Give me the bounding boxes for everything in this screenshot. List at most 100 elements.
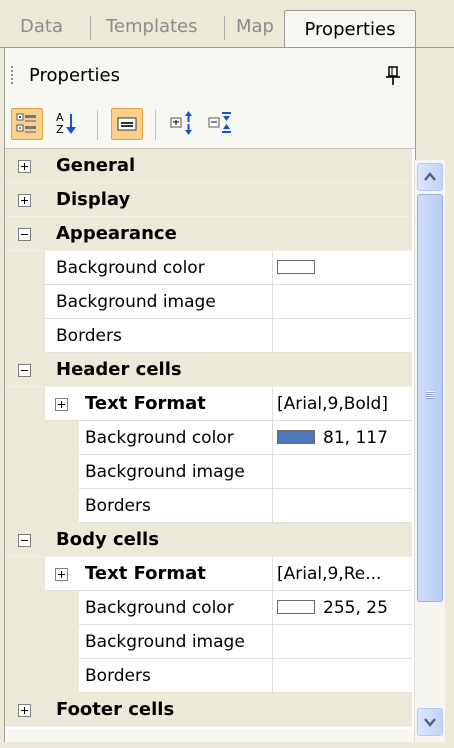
property-name[interactable]: Background color [79,591,272,625]
expand-icon[interactable] [18,704,31,717]
toolbar-separator [97,110,98,140]
category-label: Appearance [56,223,177,244]
expand-all-icon[interactable] [167,108,199,140]
chevron-up-icon[interactable] [417,163,443,191]
row-margin [5,659,45,693]
scrollbar-thumb[interactable] [417,194,443,602]
tab-separator [90,16,91,40]
property-name[interactable]: Borders [79,489,272,523]
category-general[interactable]: General [5,149,412,183]
row-margin [5,421,45,455]
categorized-icon[interactable] [11,108,43,140]
expand-icon[interactable] [55,398,68,411]
alphabetical-sort-icon[interactable]: A Z [51,108,83,140]
property-row[interactable]: Background image [5,625,412,659]
row-indent [45,455,79,489]
property-name[interactable]: Background color [45,251,272,285]
property-value[interactable] [272,251,412,285]
property-value[interactable]: [Arial,9,Bold] [272,387,412,421]
vertical-scrollbar[interactable] [414,160,445,742]
property-value[interactable] [272,455,412,489]
category-label: Body cells [56,529,159,550]
property-row[interactable]: Background color 255, 25 [5,591,412,625]
property-row[interactable]: Background color 81, 117 [5,421,412,455]
category-label: Header cells [56,359,182,380]
category-label: General [56,155,136,176]
row-margin [5,319,45,353]
row-margin [5,251,45,285]
properties-panel: Properties A Z General Display Appearanc… [4,48,416,748]
collapse-icon[interactable] [18,534,31,547]
tab-data[interactable]: Data [8,12,75,42]
expand-icon[interactable] [55,568,68,581]
property-name[interactable]: Background color [79,421,272,455]
property-value[interactable]: 81, 117 [272,421,412,455]
svg-text:Z: Z [56,123,64,136]
scrollbar-grip [426,391,435,399]
collapse-icon[interactable] [18,228,31,241]
category-appearance[interactable]: Appearance [5,217,412,251]
row-margin [5,557,45,591]
row-margin [5,591,45,625]
tab-strip: Data Templates Map Properties [0,0,454,50]
property-value[interactable] [272,625,412,659]
row-margin [5,625,45,659]
property-row[interactable]: Borders [5,659,412,693]
toolbar-separator [155,110,156,140]
panel-title: Properties [29,65,120,86]
property-name[interactable]: Background image [45,285,272,319]
chevron-down-icon[interactable] [417,708,443,736]
color-swatch [277,429,315,444]
expand-icon[interactable] [18,194,31,207]
property-value[interactable] [272,319,412,353]
row-margin [5,489,45,523]
category-header-cells[interactable]: Header cells [5,353,412,387]
property-name[interactable]: Borders [79,659,272,693]
property-name[interactable]: Text Format [45,557,272,591]
property-grid: General Display Appearance Background co… [5,148,415,729]
row-indent [45,659,79,693]
category-label: Display [56,189,131,210]
property-pages-icon[interactable] [111,108,143,140]
collapse-all-icon[interactable] [205,108,237,140]
property-value[interactable]: 255, 25 [272,591,412,625]
property-row[interactable]: Borders [5,489,412,523]
color-swatch [277,259,315,274]
property-name[interactable]: Borders [45,319,272,353]
property-name[interactable]: Background image [79,455,272,489]
tab-properties[interactable]: Properties [284,10,416,49]
color-swatch [277,599,315,614]
property-value[interactable]: [Arial,9,Re... [272,557,412,591]
category-footer-cells[interactable]: Footer cells [5,693,412,727]
panel-header: Properties [5,58,415,94]
drag-grip-icon[interactable] [11,66,13,86]
category-display[interactable]: Display [5,183,412,217]
row-margin [5,285,45,319]
tab-map[interactable]: Map [224,12,286,42]
property-value[interactable] [272,285,412,319]
row-indent [45,591,79,625]
row-indent [45,625,79,659]
row-indent [45,489,79,523]
subcategory-text-format[interactable]: Text Format [Arial,9,Re... [5,557,412,591]
category-body-cells[interactable]: Body cells [5,523,412,557]
row-margin [5,387,45,421]
property-row[interactable]: Borders [5,319,412,353]
row-indent [45,421,79,455]
property-value[interactable] [272,489,412,523]
pin-icon[interactable] [385,65,401,87]
property-row[interactable]: Background image [5,455,412,489]
property-name[interactable]: Background image [79,625,272,659]
property-name[interactable]: Text Format [45,387,272,421]
property-row[interactable]: Background image [5,285,412,319]
property-row[interactable]: Background color [5,251,412,285]
category-label: Footer cells [56,699,175,720]
toolbar: A Z [5,102,415,144]
expand-icon[interactable] [18,160,31,173]
property-value[interactable] [272,659,412,693]
tab-templates[interactable]: Templates [94,12,210,42]
collapse-icon[interactable] [18,364,31,377]
panel-bottom-edge [0,742,454,748]
row-margin [5,455,45,489]
subcategory-text-format[interactable]: Text Format [Arial,9,Bold] [5,387,412,421]
